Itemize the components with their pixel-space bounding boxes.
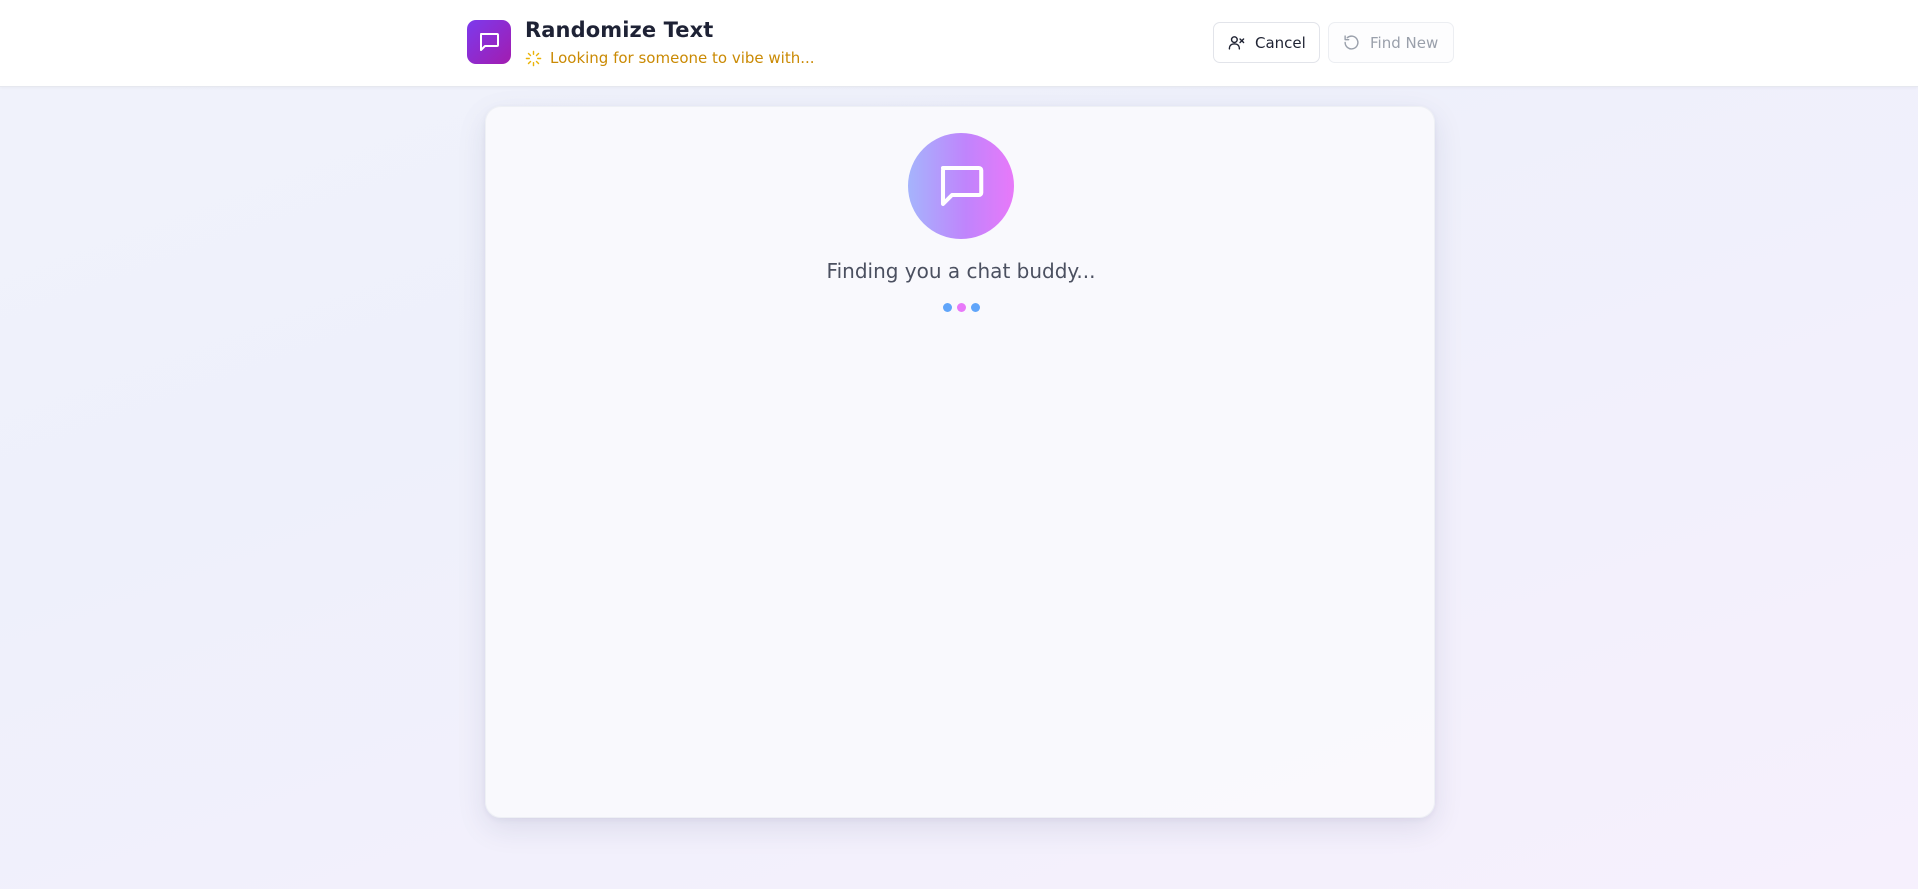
find-new-button[interactable]: Find New: [1328, 22, 1454, 63]
chat-panel: Finding you a chat buddy...: [485, 106, 1435, 818]
chat-bubble-icon: [940, 165, 984, 207]
searching-message: Finding you a chat buddy...: [826, 259, 1096, 283]
app-header: Randomize Text Looking for someone to vi…: [0, 0, 1918, 87]
connection-status: Looking for someone to vibe with...: [525, 48, 815, 68]
loading-dot: [956, 303, 966, 312]
cancel-button-label: Cancel: [1255, 33, 1306, 52]
app-title: Randomize Text: [525, 18, 714, 42]
searching-avatar: [908, 133, 1014, 239]
status-text: Looking for someone to vibe with...: [550, 49, 815, 67]
loading-dot: [970, 303, 980, 312]
refresh-icon: [1344, 35, 1359, 50]
cancel-button[interactable]: Cancel: [1213, 22, 1320, 63]
loading-dots: [486, 303, 1436, 312]
find-new-button-label: Find New: [1370, 33, 1439, 52]
loader-icon: [525, 50, 542, 66]
user-x-icon: [1228, 36, 1245, 50]
app-logo: [467, 20, 511, 64]
chat-bubble-icon: [480, 33, 499, 51]
loading-dot: [942, 303, 952, 312]
